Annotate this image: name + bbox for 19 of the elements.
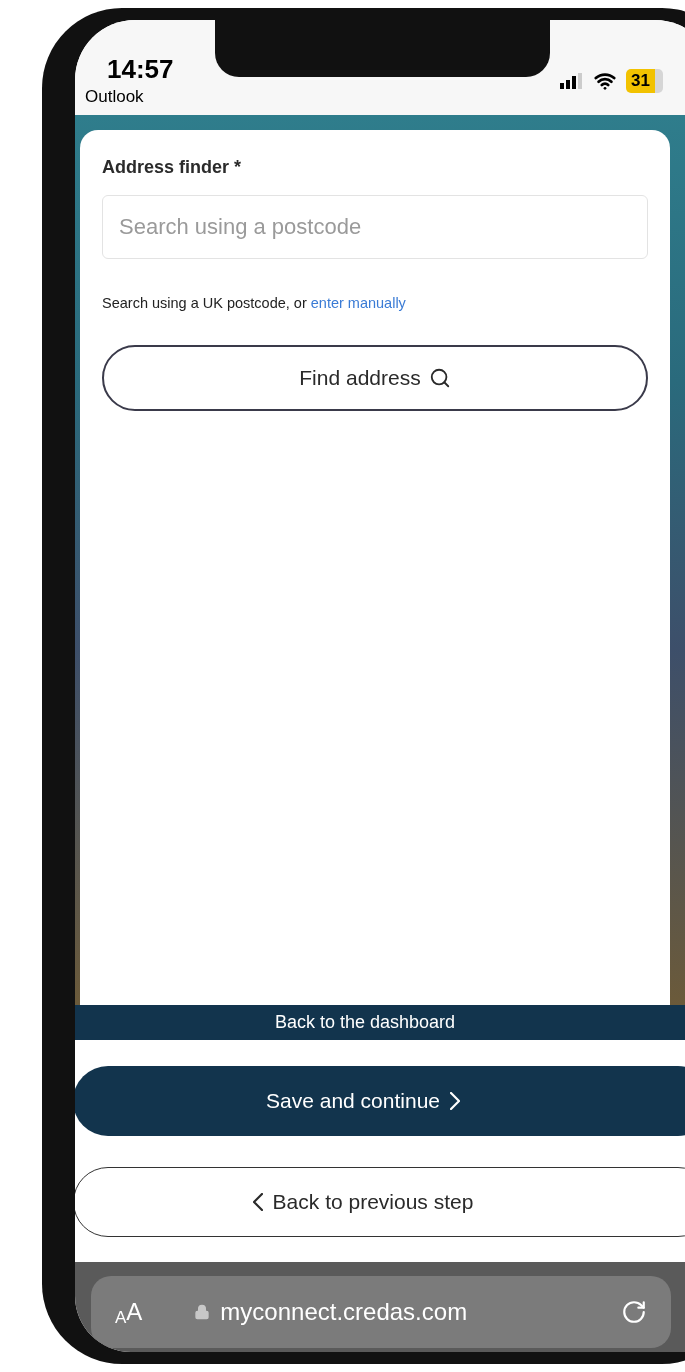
signal-icon bbox=[560, 73, 585, 89]
find-address-button[interactable]: Find address bbox=[102, 344, 648, 411]
wifi-icon bbox=[594, 70, 617, 92]
dashboard-link[interactable]: Back to the dashboard bbox=[75, 1005, 685, 1040]
enter-manually-link[interactable]: enter manually bbox=[310, 295, 406, 311]
lock-icon bbox=[194, 1304, 211, 1320]
url-text: myconnect.credas.com bbox=[220, 1297, 468, 1327]
back-to-app-link[interactable]: Outlook bbox=[85, 85, 174, 107]
reload-icon[interactable] bbox=[621, 1299, 647, 1325]
postcode-input[interactable]: Search using a postcode bbox=[102, 195, 648, 259]
chevron-right-icon bbox=[450, 1092, 460, 1110]
chevron-left-icon bbox=[252, 1193, 263, 1211]
back-button[interactable]: Back to previous step bbox=[75, 1167, 685, 1237]
battery-indicator: 31 bbox=[626, 69, 655, 93]
status-time: 14:57 bbox=[107, 55, 174, 82]
search-icon bbox=[428, 366, 451, 389]
hint-text: Search using a UK postcode, or enter manually bbox=[102, 294, 407, 313]
save-continue-button[interactable]: Save and continue bbox=[75, 1066, 685, 1136]
field-label: Address finder * bbox=[102, 156, 243, 179]
